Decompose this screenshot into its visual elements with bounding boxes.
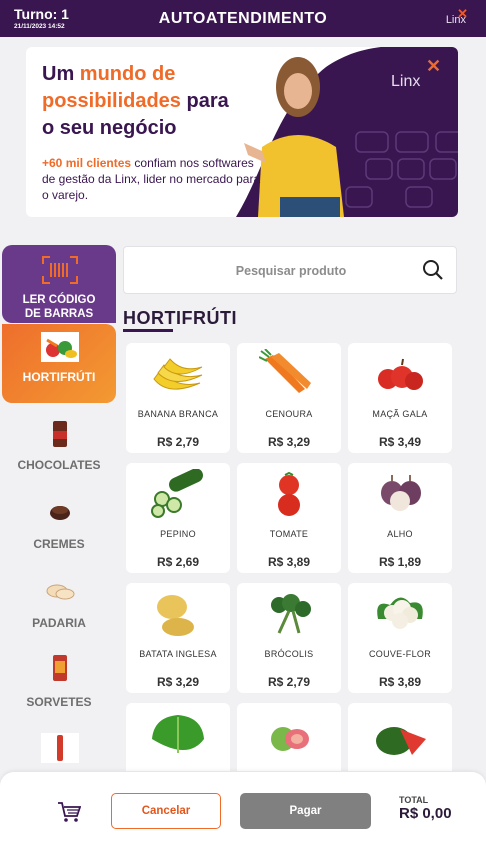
product-card[interactable]: BATATA INGLESA R$ 3,29 bbox=[126, 583, 230, 693]
product-name: PEPINO bbox=[160, 529, 196, 539]
product-card[interactable]: ALHO R$ 1,89 bbox=[348, 463, 452, 573]
category-label: PADARIA bbox=[32, 616, 86, 630]
ice-cream-icon bbox=[53, 655, 67, 681]
guava-icon bbox=[271, 727, 309, 751]
total-label: TOTAL bbox=[399, 795, 429, 805]
category-sorvetes[interactable]: SORVETES bbox=[2, 653, 116, 713]
tomato-icon bbox=[278, 471, 300, 516]
product-card[interactable] bbox=[126, 703, 230, 771]
product-price: R$ 3,89 bbox=[378, 675, 422, 689]
category-padaria[interactable]: PADARIA bbox=[2, 575, 116, 635]
product-card[interactable]: PEPINO R$ 2,69 bbox=[126, 463, 230, 573]
search-input[interactable]: Pesquisar produto bbox=[124, 264, 458, 278]
cauliflower-icon bbox=[377, 597, 423, 629]
product-name: ALHO bbox=[387, 529, 413, 539]
category-label: HORTIFRÚTI bbox=[22, 370, 96, 384]
category-chocolates[interactable]: CHOCOLATES bbox=[2, 413, 116, 483]
search-box[interactable]: Pesquisar produto bbox=[123, 246, 457, 294]
barcode-reader-label: LER CÓDIGO DE BARRAS bbox=[22, 294, 96, 320]
banner-headline: Um mundo de possibilidades para o seu ne… bbox=[42, 63, 229, 139]
product-price: R$ 3,49 bbox=[378, 435, 422, 449]
banner-linx-mark-icon: ✕ bbox=[426, 56, 442, 76]
checkout-footer: Cancelar Pagar TOTAL R$ 0,00 bbox=[0, 772, 486, 855]
bread-icon bbox=[46, 584, 75, 600]
category-bebidas[interactable] bbox=[2, 733, 116, 763]
product-name: TOMATE bbox=[269, 529, 309, 539]
product-card[interactable]: BANANA BRANCA R$ 2,79 bbox=[126, 343, 230, 453]
product-card[interactable]: MAÇÃ GALA R$ 3,49 bbox=[348, 343, 452, 453]
product-name: CENOURA bbox=[265, 409, 313, 419]
banana-icon bbox=[153, 358, 203, 390]
product-card[interactable] bbox=[237, 703, 341, 771]
vegetables-icon bbox=[41, 332, 79, 362]
product-card[interactable]: BRÓCOLIS R$ 2,79 bbox=[237, 583, 341, 693]
product-name: COUVE-FLOR bbox=[368, 649, 431, 659]
product-price: R$ 1,89 bbox=[378, 555, 422, 569]
product-card[interactable]: COUVE-FLOR R$ 3,89 bbox=[348, 583, 452, 693]
cream-icon bbox=[50, 506, 70, 520]
search-icon[interactable] bbox=[422, 259, 444, 281]
product-card[interactable]: TOMATE R$ 3,89 bbox=[237, 463, 341, 573]
product-price: R$ 2,69 bbox=[156, 555, 200, 569]
category-label: CREMES bbox=[33, 537, 85, 551]
product-price: R$ 2,79 bbox=[156, 435, 200, 449]
product-name: BATATA INGLESA bbox=[139, 649, 217, 659]
app-title: AUTOATENDIMENTO bbox=[158, 10, 328, 27]
broccoli-icon bbox=[271, 594, 311, 634]
section-title: HORTIFRÚTI bbox=[123, 308, 237, 328]
carrot-icon bbox=[259, 349, 311, 393]
product-price: R$ 3,29 bbox=[156, 675, 200, 689]
product-card[interactable]: CENOURA R$ 3,29 bbox=[237, 343, 341, 453]
cancel-button[interactable]: Cancelar bbox=[111, 793, 221, 829]
product-name: BANANA BRANCA bbox=[137, 409, 219, 419]
total-value: R$ 0,00 bbox=[399, 805, 452, 822]
apple-icon bbox=[378, 358, 423, 390]
product-card[interactable] bbox=[348, 703, 452, 771]
promo-banner: Um mundo de possibilidades para o seu ne… bbox=[26, 47, 458, 217]
product-price: R$ 2,79 bbox=[267, 675, 311, 689]
cucumber-icon bbox=[151, 469, 203, 518]
pay-button[interactable]: Pagar bbox=[240, 793, 371, 829]
linx-logo-mark-icon: ✕ bbox=[457, 6, 468, 21]
top-bar: Turno: 1 21/11/2023 14:52 AUTOATENDIMENT… bbox=[0, 0, 486, 37]
product-grid: BANANA BRANCA R$ 2,79 CENOURA R$ 3,29 MA… bbox=[126, 343, 456, 771]
section-underline bbox=[123, 329, 173, 332]
banner-subtitle: +60 mil clientes confiam nos softwares d… bbox=[42, 156, 261, 202]
barcode-reader-button[interactable]: LER CÓDIGO DE BARRAS bbox=[2, 245, 116, 323]
product-name: BRÓCOLIS bbox=[264, 649, 314, 659]
product-price: R$ 3,29 bbox=[267, 435, 311, 449]
garlic-icon bbox=[381, 475, 421, 511]
barcode-scan-icon bbox=[42, 256, 78, 284]
category-label: SORVETES bbox=[26, 695, 92, 709]
product-price: R$ 3,89 bbox=[267, 555, 311, 569]
product-name: MAÇÃ GALA bbox=[372, 409, 428, 419]
category-label: CHOCOLATES bbox=[17, 458, 101, 472]
potato-icon bbox=[157, 595, 194, 636]
category-hortifruti[interactable]: HORTIFRÚTI bbox=[2, 324, 116, 403]
category-cremes[interactable]: CREMES bbox=[2, 495, 116, 555]
bottle-icon bbox=[41, 733, 79, 763]
lettuce-icon bbox=[152, 715, 204, 753]
shopping-cart-icon[interactable] bbox=[57, 801, 81, 823]
watermelon-icon bbox=[376, 727, 426, 755]
chocolate-icon bbox=[53, 421, 67, 447]
banner-linx-logo: Linx bbox=[391, 73, 421, 90]
